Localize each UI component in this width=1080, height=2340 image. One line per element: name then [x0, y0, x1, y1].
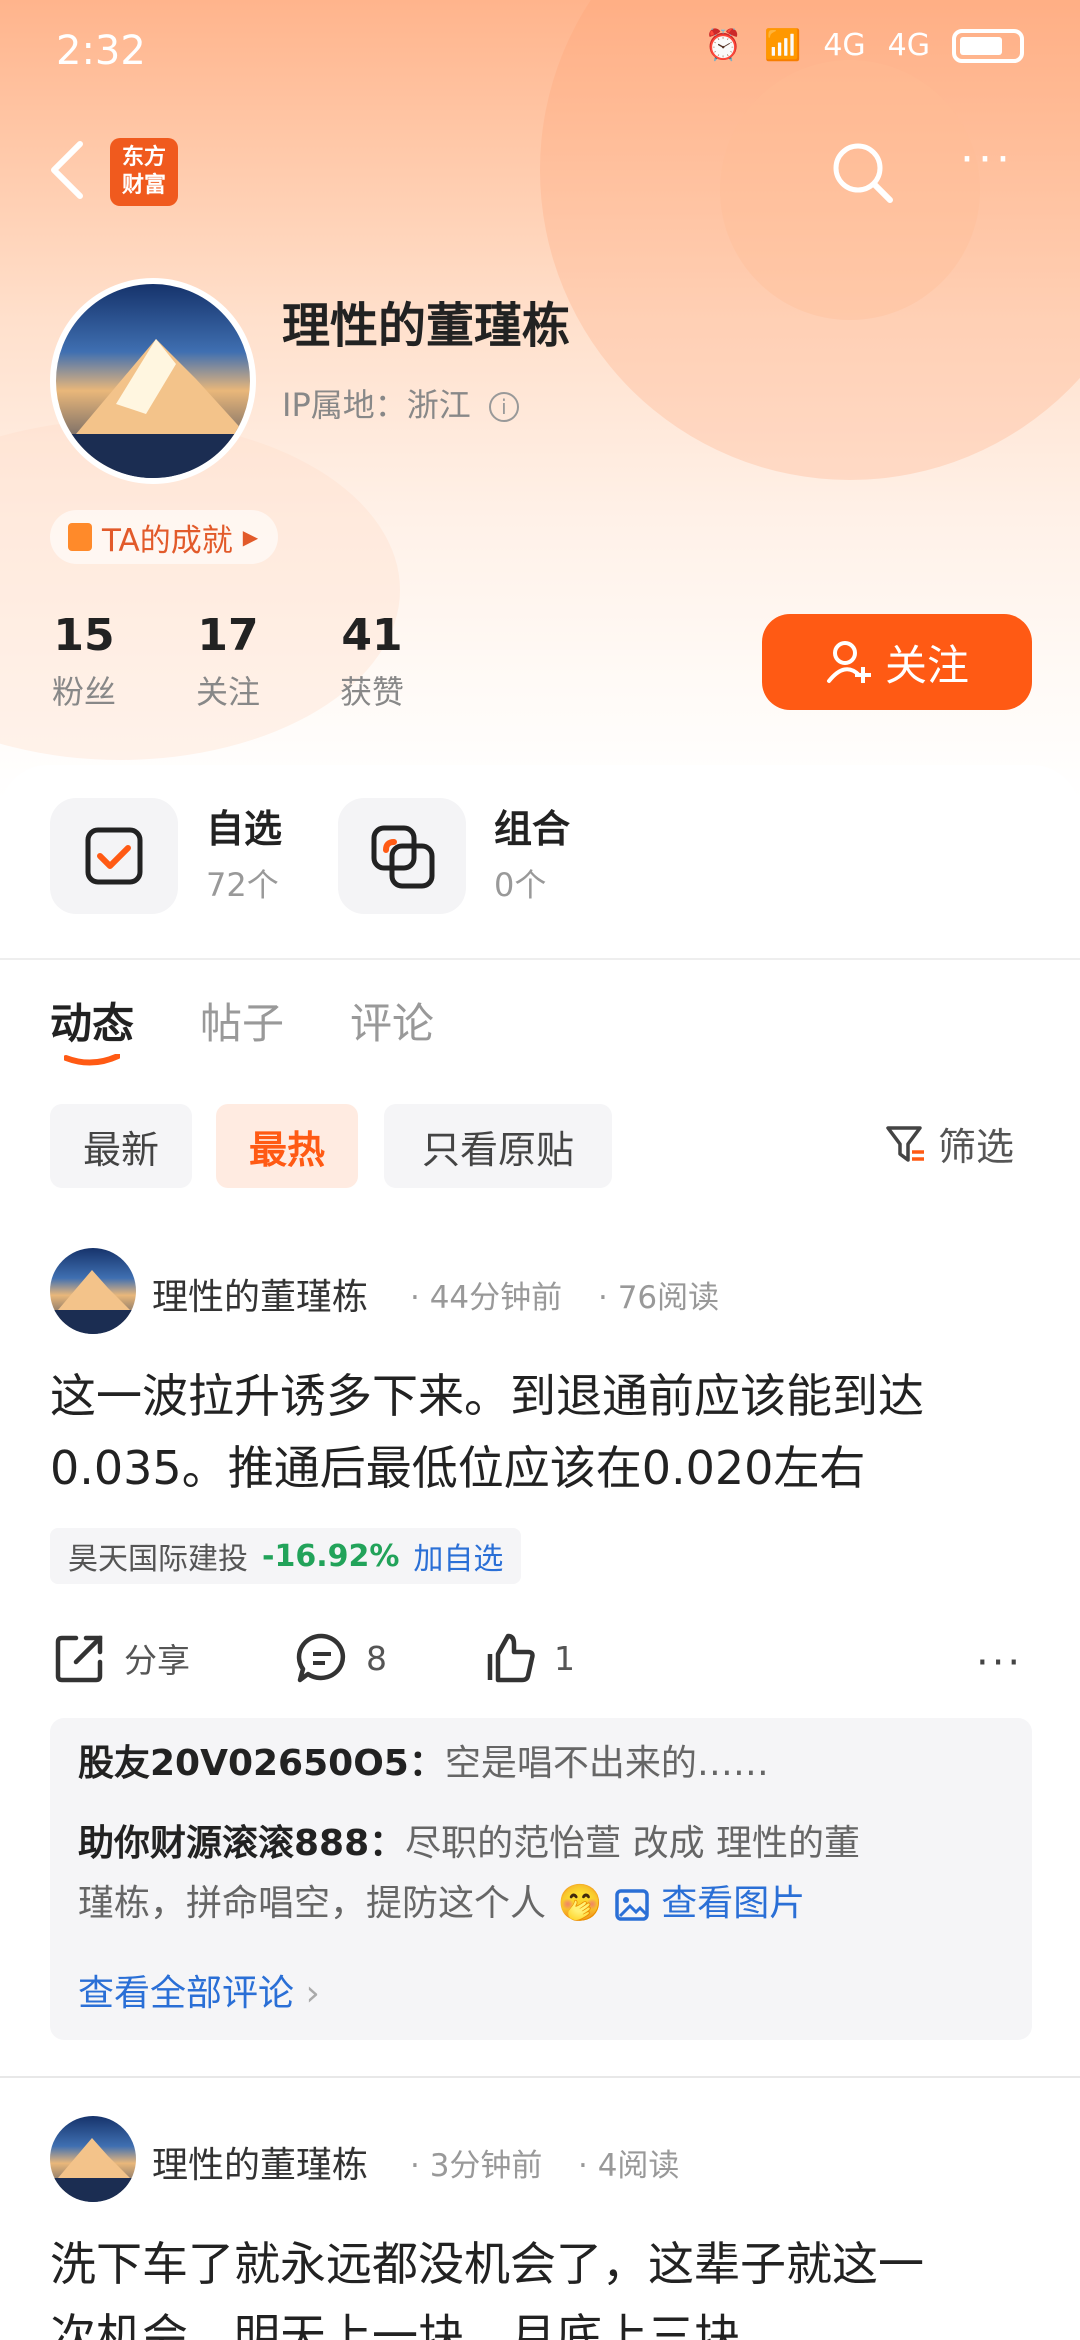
post-time: · 3分钟前 — [410, 2148, 543, 2184]
tab-posts[interactable]: 帖子 — [200, 990, 284, 1051]
add-watchlist-link[interactable]: 加自选 — [413, 1534, 503, 1578]
comment-preview[interactable]: 股友20V02650O5：空是唱不出来的…… 助你财源滚滚888：尽职的范怡萱 … — [50, 1718, 1032, 2040]
portfolio-icon — [338, 798, 466, 914]
stat-likes[interactable]: 41 获赞 — [302, 610, 442, 713]
chip-original-only[interactable]: 只看原贴 — [384, 1104, 612, 1188]
stock-change: -16.92% — [262, 1538, 400, 1574]
post-more-icon[interactable]: ··· — [976, 1640, 1023, 1686]
alarm-icon: ⏰ — [704, 28, 742, 63]
battery-icon — [952, 28, 1024, 63]
info-icon[interactable]: i — [488, 392, 519, 422]
post-time: · 44分钟前 — [410, 1280, 563, 1316]
stat-followers[interactable]: 15 粉丝 — [14, 610, 154, 713]
comment-item: 助你财源滚滚888：尽职的范怡萱 改成 理性的董 瑾栋，拼命唱空，提防这个人 🤭… — [78, 1823, 861, 1924]
view-all-comments[interactable]: 查看全部评论 › — [78, 1964, 320, 2016]
view-image-link[interactable]: 查看图片 — [614, 1883, 805, 1924]
post-author[interactable]: 理性的董瑾栋 — [152, 1268, 368, 1320]
tab-comments[interactable]: 评论 — [350, 990, 434, 1051]
post-author[interactable]: 理性的董瑾栋 — [152, 2136, 368, 2188]
wifi-icon: 📶 — [763, 28, 802, 63]
search-button[interactable] — [830, 140, 896, 206]
avatar[interactable] — [50, 278, 256, 484]
signal-1: 4G — [823, 28, 866, 63]
search-icon — [833, 143, 893, 203]
image-icon — [615, 1889, 649, 1921]
post-body[interactable]: 这一波拉升诱多下来。到退通前应该能到达 0.035。推通后最低位应该在0.020… — [50, 1360, 1035, 1504]
filter-button[interactable]: 筛选 — [884, 1116, 1014, 1171]
post-reads: · 4阅读 — [578, 2148, 680, 2184]
achievement-button[interactable]: TA的成就 ▶ — [50, 510, 279, 564]
share-button[interactable]: 分享 — [52, 1630, 190, 1686]
chip-latest[interactable]: 最新 — [50, 1104, 192, 1188]
thumbs-up-icon — [487, 1633, 535, 1683]
post-reads: · 76阅读 — [598, 1280, 720, 1316]
back-arrow-icon — [51, 141, 83, 199]
chip-hot[interactable]: 最热 — [216, 1104, 358, 1188]
share-icon — [55, 1635, 103, 1683]
watchlist-icon — [50, 798, 178, 914]
emoji: 🤭 — [557, 1883, 603, 1924]
like-button[interactable]: 1 — [482, 1630, 575, 1686]
post-body[interactable]: 洗下车了就永远都没机会了，这辈子就这一 次机会，明天上一块，月底上三块 — [50, 2228, 1035, 2340]
tab-activity[interactable]: 动态 — [50, 990, 134, 1051]
status-time: 2:32 — [56, 28, 146, 74]
stat-following[interactable]: 17 关注 — [158, 610, 298, 713]
more-icon[interactable]: ··· — [960, 138, 1030, 190]
lock-icon — [68, 523, 92, 551]
profile-name: 理性的董瑾栋 — [282, 298, 571, 354]
stock-tag[interactable]: 昊天国际建投 -16.92% 加自选 — [50, 1528, 522, 1584]
post-avatar[interactable] — [50, 2116, 136, 2202]
signal-2: 4G — [887, 28, 930, 63]
comment-item: 股友20V02650O5：空是唱不出来的…… — [78, 1743, 769, 1784]
divider — [0, 958, 1080, 960]
status-icons: ⏰ 📶 4G 4G — [705, 28, 1024, 63]
post-separator — [0, 2076, 1080, 2078]
stock-name: 昊天国际建投 — [68, 1542, 248, 1577]
follow-button[interactable]: 关注 — [762, 614, 1032, 710]
comment-icon — [296, 1633, 346, 1683]
back-button[interactable] — [46, 138, 90, 202]
active-tab-indicator — [64, 1054, 120, 1066]
app-logo[interactable]: 东方 财富 — [110, 138, 178, 206]
filter-icon — [886, 1125, 924, 1162]
add-user-icon — [826, 641, 871, 683]
comment-button[interactable]: 8 — [294, 1630, 387, 1686]
triangle-right-icon: ▶ — [242, 525, 259, 549]
status-bar: 2:32 ⏰ 📶 4G 4G — [0, 0, 1080, 110]
post-avatar[interactable] — [50, 1248, 136, 1334]
ip-location: IP属地：浙江 i — [282, 380, 519, 426]
